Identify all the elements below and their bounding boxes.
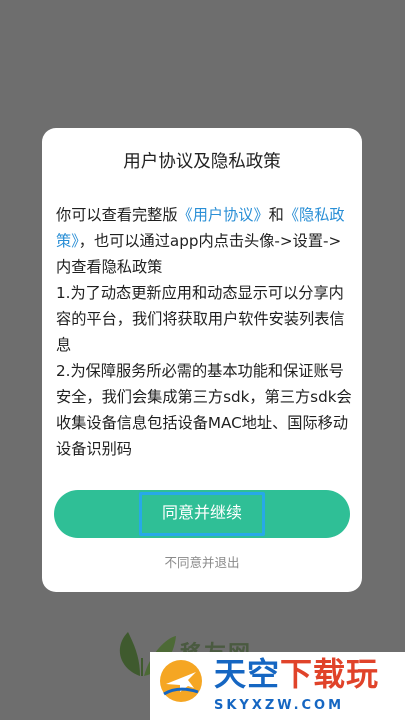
agree-button-label: 同意并继续 xyxy=(138,492,265,536)
watermark-brand-accent: 下载玩 xyxy=(280,655,380,693)
watermark-brand-main: 天空 xyxy=(214,655,281,693)
intro-prefix: 你可以查看完整版 xyxy=(56,206,178,224)
policy-item-2: 2.为保障服务所必需的基本功能和保证账号安全，我们会集成第三方sdk，第三方sd… xyxy=(56,362,352,458)
disagree-exit-link[interactable]: 不同意并退出 xyxy=(42,552,362,571)
intro-paragraph: 你可以查看完整版《用户协议》和《隐私政策》，也可以通过app内点击头像->设置-… xyxy=(56,202,352,280)
site-watermark: 天空下载玩 SKYXZW.COM xyxy=(150,652,405,720)
dialog-body[interactable]: 你可以查看完整版《用户协议》和《隐私政策》，也可以通过app内点击头像->设置-… xyxy=(56,202,352,482)
intro-and: 和 xyxy=(268,206,284,224)
watermark-brand: 天空下载玩 xyxy=(214,654,379,694)
agree-button[interactable]: 同意并继续 xyxy=(54,490,350,538)
policy-item-1: 1.为了动态更新应用和动态显示可以分享内容的平台，我们将获取用户软件安装列表信息 xyxy=(56,284,345,354)
privacy-dialog: 用户协议及隐私政策 你可以查看完整版《用户协议》和《隐私政策》，也可以通过app… xyxy=(42,128,362,592)
user-agreement-link[interactable]: 《用户协议》 xyxy=(178,206,269,224)
watermark-url: SKYXZW.COM xyxy=(214,698,345,713)
dialog-title: 用户协议及隐私政策 xyxy=(123,152,281,172)
intro-suffix: ，也可以通过app内点击头像->设置->内查看隐私政策 xyxy=(56,232,342,276)
airplane-logo-icon xyxy=(160,660,202,702)
